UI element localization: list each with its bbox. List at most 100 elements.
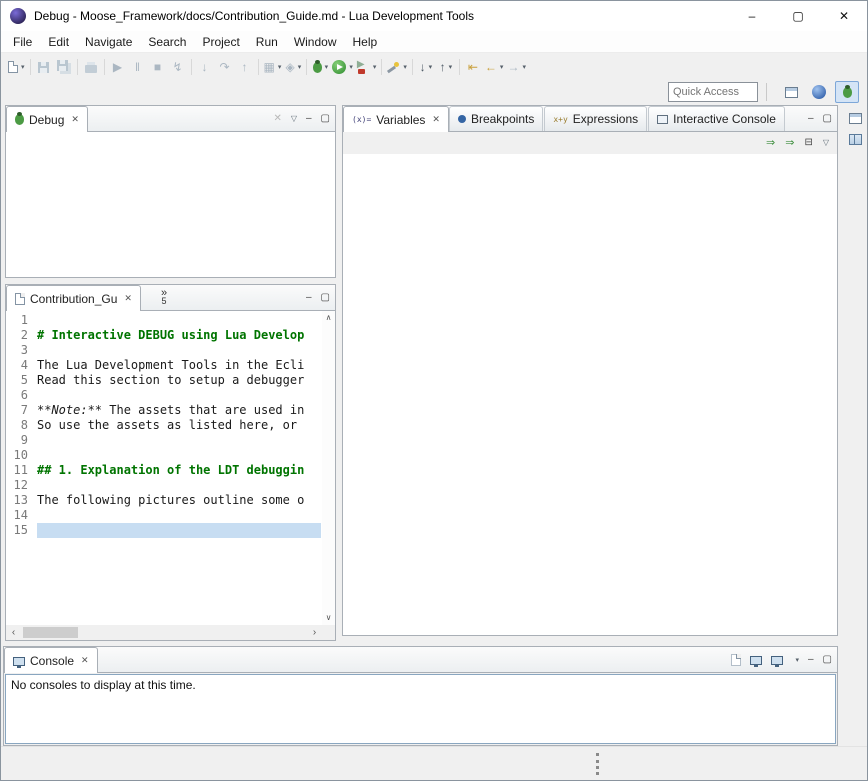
last-edit-location-button[interactable]: ⇤ <box>463 56 483 78</box>
resume-button[interactable]: ▶ <box>108 56 128 78</box>
hidden-editors-button[interactable]: » 5 <box>161 285 167 310</box>
profile-button[interactable]: ▦ ▾ <box>262 56 284 78</box>
remove-terminated-icon[interactable]: ✕ <box>273 114 281 124</box>
view-menu-icon[interactable]: ▽ <box>291 115 297 123</box>
line-text[interactable]: So use the assets as listed here, or <box>37 418 321 433</box>
lua-perspective-button[interactable] <box>807 81 831 103</box>
tab-contribution-guide[interactable]: Contribution_Gu ✕ <box>6 285 141 311</box>
next-annotation-button[interactable]: ↓ ▾ <box>416 56 436 78</box>
maximize-button[interactable]: ▢ <box>775 1 821 31</box>
print-button[interactable] <box>81 56 101 78</box>
search-button[interactable]: ▾ <box>385 56 409 78</box>
dropdown-arrow-icon[interactable]: ▾ <box>298 63 302 71</box>
line-text[interactable] <box>37 313 321 328</box>
close-icon[interactable]: ✕ <box>71 114 79 125</box>
back-button[interactable]: ← ▾ <box>483 56 506 78</box>
scroll-down-icon[interactable]: ∨ <box>326 614 332 622</box>
menu-search[interactable]: Search <box>140 32 194 52</box>
scrollbar-track[interactable] <box>21 625 307 640</box>
previous-annotation-button[interactable]: ↑ ▾ <box>436 56 456 78</box>
maximize-view-icon[interactable]: ▢ <box>823 655 832 665</box>
collapse-all-icon[interactable]: ⊟ <box>804 138 812 148</box>
dropdown-arrow-icon[interactable]: ▾ <box>349 63 353 71</box>
scroll-right-icon[interactable]: › <box>307 628 322 638</box>
dropdown-arrow-icon[interactable]: ▾ <box>278 63 282 71</box>
open-perspective-button[interactable] <box>779 81 803 103</box>
editor-text-area[interactable]: 1 2# Interactive DEBUG using Lua Develop… <box>6 313 321 624</box>
close-icon[interactable]: ✕ <box>124 293 132 304</box>
dropdown-arrow-icon[interactable]: ▾ <box>522 63 526 71</box>
minimized-views-icon[interactable] <box>849 134 862 145</box>
dropdown-arrow-icon[interactable]: ▾ <box>21 63 25 71</box>
line-text[interactable] <box>37 433 321 448</box>
dropdown-arrow-icon[interactable]: ▾ <box>500 63 504 71</box>
maximize-view-icon[interactable]: ▢ <box>823 114 832 124</box>
terminate-button[interactable]: ■ <box>148 56 168 78</box>
debug-view-content[interactable] <box>6 132 335 277</box>
line-text[interactable] <box>37 343 321 358</box>
line-text[interactable]: The Lua Development Tools in the Ecli <box>37 358 321 373</box>
scroll-left-icon[interactable]: ‹ <box>6 628 21 638</box>
tab-expressions[interactable]: x+y Expressions <box>544 106 647 131</box>
external-tools-button[interactable]: ▾ <box>355 56 379 78</box>
scroll-up-icon[interactable]: ∧ <box>326 314 332 322</box>
save-button[interactable] <box>34 56 54 78</box>
close-button[interactable]: ✕ <box>821 1 867 31</box>
editor-horizontal-scrollbar[interactable]: ‹ › <box>6 625 322 640</box>
menu-file[interactable]: File <box>5 32 40 52</box>
line-text[interactable]: ## 1. Explanation of the LDT debuggin <box>37 463 321 478</box>
tab-console[interactable]: Console ✕ <box>4 647 98 673</box>
restore-view-icon[interactable] <box>849 113 862 124</box>
quick-access-input[interactable] <box>668 82 758 102</box>
editor-vertical-scrollbar[interactable]: ∧ ∨ <box>322 311 335 625</box>
dropdown-arrow-icon[interactable]: ▾ <box>325 63 329 71</box>
tab-debug[interactable]: Debug ✕ <box>6 106 88 132</box>
line-text[interactable]: **Note:** The assets that are used in <box>37 403 321 418</box>
variables-content[interactable] <box>343 154 837 635</box>
run-button[interactable]: ▾ <box>330 56 355 78</box>
step-into-button[interactable]: ↓ <box>195 56 215 78</box>
new-button[interactable]: ▾ <box>6 56 27 78</box>
view-menu-icon[interactable]: ▽ <box>823 139 829 147</box>
tab-interactive-console[interactable]: Interactive Console <box>648 106 785 131</box>
line-text[interactable] <box>37 508 321 523</box>
line-text[interactable] <box>37 478 321 493</box>
line-text[interactable] <box>37 523 321 538</box>
debug-button[interactable]: ▾ <box>310 56 330 78</box>
disconnect-button[interactable]: ↯ <box>168 56 188 78</box>
dropdown-arrow-icon[interactable]: ▾ <box>429 63 433 71</box>
minimize-view-icon[interactable]: – <box>808 655 814 665</box>
line-text[interactable]: # Interactive DEBUG using Lua Develop <box>37 328 321 343</box>
step-return-button[interactable]: ↑ <box>235 56 255 78</box>
minimize-button[interactable]: – <box>729 1 775 31</box>
tab-variables[interactable]: (x)= Variables ✕ <box>343 106 449 132</box>
line-text[interactable] <box>37 448 321 463</box>
forward-button[interactable]: → ▾ <box>505 56 528 78</box>
line-text[interactable]: Read this section to setup a debugger <box>37 373 321 388</box>
close-icon[interactable]: ✕ <box>432 114 440 125</box>
scrollbar-thumb[interactable] <box>23 627 78 638</box>
show-logical-structure-icon[interactable]: ⇒ <box>766 138 775 149</box>
maximize-view-icon[interactable]: ▢ <box>321 293 330 303</box>
close-icon[interactable]: ✕ <box>81 655 89 666</box>
menu-window[interactable]: Window <box>286 32 345 52</box>
maximize-view-icon[interactable]: ▢ <box>321 114 330 124</box>
line-text[interactable]: The following pictures outline some o <box>37 493 321 508</box>
line-text[interactable] <box>37 388 321 403</box>
dropdown-arrow-icon[interactable]: ▾ <box>373 63 377 71</box>
suspend-button[interactable]: ‖ <box>128 56 148 78</box>
open-console-page-icon[interactable] <box>731 654 741 666</box>
save-all-button[interactable] <box>54 56 74 78</box>
show-references-icon[interactable]: ⇒ <box>785 138 794 149</box>
menu-help[interactable]: Help <box>345 32 386 52</box>
menu-run[interactable]: Run <box>248 32 286 52</box>
minimize-view-icon[interactable]: – <box>306 114 312 124</box>
coverage-button[interactable]: ◈ ▾ <box>283 56 303 78</box>
menu-project[interactable]: Project <box>194 32 247 52</box>
minimize-view-icon[interactable]: – <box>306 293 312 303</box>
step-over-button[interactable]: ↷ <box>215 56 235 78</box>
dropdown-arrow-icon[interactable]: ▾ <box>795 656 799 664</box>
dropdown-arrow-icon[interactable]: ▾ <box>449 63 453 71</box>
open-console-icon[interactable] <box>771 656 783 665</box>
minimize-view-icon[interactable]: – <box>808 114 814 124</box>
